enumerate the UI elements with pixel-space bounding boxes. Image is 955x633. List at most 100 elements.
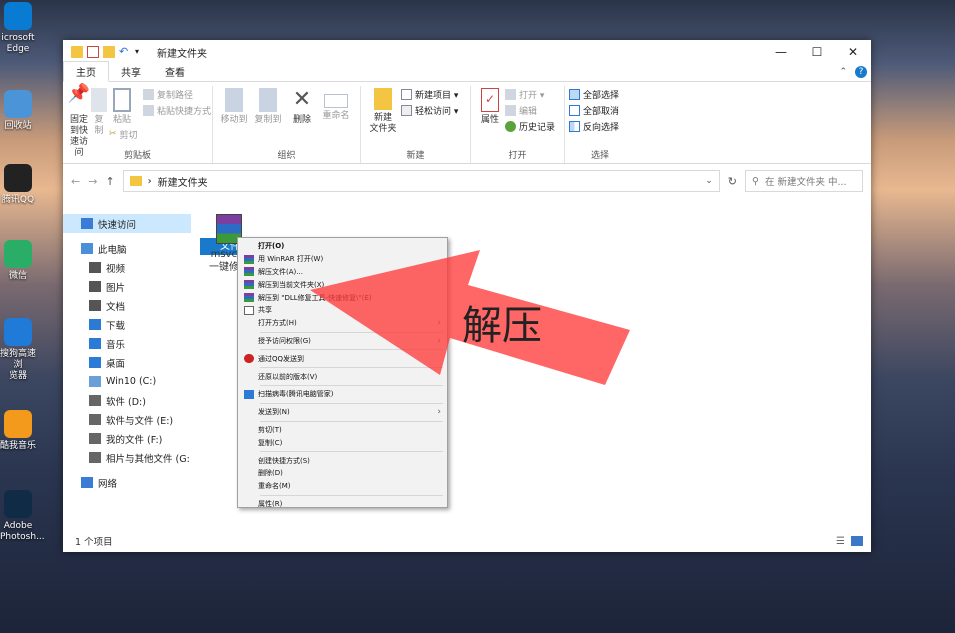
- blank-icon: [244, 319, 254, 328]
- edit-button[interactable]: 编辑: [505, 104, 555, 117]
- nav-item-icon: [89, 319, 101, 330]
- tab-share[interactable]: 共享: [109, 62, 153, 81]
- search-box[interactable]: ⚲ 在 新建文件夹 中...: [745, 170, 863, 192]
- desktop-icon[interactable]: 腾讯QQ: [0, 164, 36, 206]
- nav-item[interactable]: 相片与其他文件 (G:: [63, 448, 191, 467]
- desktop-icon[interactable]: 微信: [0, 240, 36, 282]
- desktop-icon[interactable]: Adobe Photosh...: [0, 490, 45, 543]
- select-none-button[interactable]: 全部取消: [569, 104, 619, 117]
- nav-item[interactable]: 软件 (D:): [63, 391, 191, 410]
- menu-separator: [260, 384, 443, 386]
- back-button[interactable]: ←: [71, 175, 80, 188]
- nav-item[interactable]: 音乐: [63, 334, 191, 353]
- nav-item[interactable]: 文档: [63, 296, 191, 315]
- delete-label: 删除: [292, 115, 311, 125]
- context-menu-label: 创建快捷方式(S): [258, 456, 310, 465]
- tab-view[interactable]: 查看: [153, 62, 197, 81]
- context-menu-item[interactable]: 复制(C): [238, 436, 447, 449]
- nav-item[interactable]: 视频: [63, 258, 191, 277]
- new-item-icon: [401, 89, 412, 100]
- menu-separator: [260, 451, 443, 453]
- nav-item[interactable]: Win10 (C:): [63, 372, 191, 391]
- app-icon: [4, 318, 32, 346]
- context-menu-label: 发送到(N): [258, 408, 290, 417]
- properties-icon[interactable]: [87, 46, 99, 58]
- invert-selection-label: 反向选择: [583, 123, 620, 133]
- context-menu-label: 复制(C): [258, 438, 283, 447]
- breadcrumb-current[interactable]: 新建文件夹: [158, 174, 208, 189]
- context-menu-label: 属性(R): [258, 499, 283, 508]
- nav-item-icon: [89, 433, 101, 444]
- context-menu-item[interactable]: 发送到(N) ›: [238, 406, 447, 419]
- history-button[interactable]: 历史记录: [505, 120, 555, 133]
- app-icon: [4, 2, 32, 30]
- close-button[interactable]: ✕: [835, 45, 871, 59]
- nav-item[interactable]: 快速访问: [63, 214, 191, 233]
- nav-item[interactable]: 我的文件 (F:): [63, 429, 191, 448]
- copy-path-button[interactable]: 复制路径: [143, 88, 211, 101]
- minimize-button[interactable]: —: [763, 45, 799, 59]
- up-button[interactable]: ↑: [105, 175, 114, 188]
- large-icons-view-icon[interactable]: [851, 536, 863, 546]
- customize-dropdown-icon[interactable]: ▾: [135, 46, 147, 58]
- address-bar-row: ← → ↑ › 新建文件夹 ⌄ ↻ ⚲ 在 新建文件夹 中...: [63, 164, 871, 198]
- nav-item[interactable]: 此电脑: [63, 239, 191, 258]
- copy-path-icon: [143, 89, 154, 100]
- undo-icon[interactable]: ↶: [119, 46, 131, 58]
- copy-to-icon: [259, 88, 277, 112]
- nav-item-icon: [89, 395, 101, 406]
- nav-item[interactable]: 软件与文件 (E:): [63, 410, 191, 429]
- nav-item-label: 此电脑: [98, 244, 127, 256]
- group-label-open: 打开: [508, 151, 527, 161]
- easy-access-button[interactable]: 轻松访问 ▾: [401, 104, 458, 117]
- desktop-icon[interactable]: 回收站: [0, 90, 36, 132]
- tab-home[interactable]: 主页: [63, 61, 109, 82]
- quick-access-toolbar: ↶ ▾: [71, 46, 147, 58]
- new-item-label: 新建项目 ▾: [415, 91, 459, 101]
- rar-icon: [244, 293, 254, 303]
- app-icon: [4, 410, 32, 438]
- select-all-button[interactable]: 全部选择: [569, 88, 619, 101]
- invert-selection-button[interactable]: 反向选择: [569, 120, 619, 133]
- context-menu-item[interactable]: 创建快捷方式(S): [238, 454, 447, 467]
- nav-item[interactable]: 桌面: [63, 353, 191, 372]
- nav-item-label: 软件与文件 (E:): [106, 415, 174, 427]
- folder-icon: [71, 46, 83, 58]
- desktop-icon[interactable]: 酷我音乐: [0, 410, 36, 452]
- nav-item-label: 相片与其他文件 (G:: [106, 453, 190, 465]
- paste-label: 粘贴: [112, 115, 131, 125]
- chevron-down-icon[interactable]: ⌄: [705, 176, 713, 186]
- address-bar[interactable]: › 新建文件夹 ⌄: [122, 170, 720, 192]
- context-menu-item[interactable]: 删除(D): [238, 467, 447, 480]
- desktop-icon[interactable]: 搜狗高速浏 览器: [0, 318, 36, 382]
- new-folder-icon[interactable]: [103, 46, 115, 58]
- copy-path-label: 复制路径: [157, 91, 194, 101]
- paste-button[interactable]: 粘贴: [107, 86, 137, 126]
- open-button[interactable]: 打开 ▾: [505, 88, 555, 101]
- nav-item[interactable]: 网络: [63, 473, 191, 492]
- refresh-button[interactable]: ↻: [728, 175, 737, 188]
- maximize-button[interactable]: ☐: [799, 45, 835, 59]
- forward-button[interactable]: →: [88, 175, 97, 188]
- paste-shortcut-label: 粘贴快捷方式: [157, 107, 212, 117]
- context-menu-label: 打开(O): [258, 242, 285, 251]
- collapse-ribbon-icon[interactable]: ⌃: [839, 67, 847, 77]
- details-view-icon[interactable]: ☰: [836, 536, 845, 547]
- help-icon[interactable]: ?: [855, 66, 867, 78]
- paste-shortcut-button[interactable]: 粘贴快捷方式: [143, 104, 211, 117]
- nav-item-label: 视频: [106, 263, 126, 275]
- context-menu-label: 剪切(T): [258, 425, 282, 434]
- nav-item[interactable]: 下载: [63, 315, 191, 334]
- copy-label: 复制: [94, 115, 104, 136]
- desktop-icon[interactable]: icrosoft Edge: [0, 2, 36, 55]
- nav-item-label: Win10 (C:): [106, 376, 157, 387]
- context-menu-item[interactable]: 剪切(T): [238, 424, 447, 437]
- context-menu-item[interactable]: 扫描病毒(腾讯电脑管家): [238, 388, 447, 401]
- easy-access-icon: [401, 105, 412, 116]
- cut-button[interactable]: ✂ 剪切: [109, 128, 138, 141]
- nav-item[interactable]: 图片: [63, 277, 191, 296]
- context-menu-item[interactable]: 重命名(M): [238, 480, 447, 493]
- nav-item-icon: [89, 338, 101, 349]
- new-item-button[interactable]: 新建项目 ▾: [401, 88, 458, 101]
- context-menu-item[interactable]: 属性(R): [238, 498, 447, 511]
